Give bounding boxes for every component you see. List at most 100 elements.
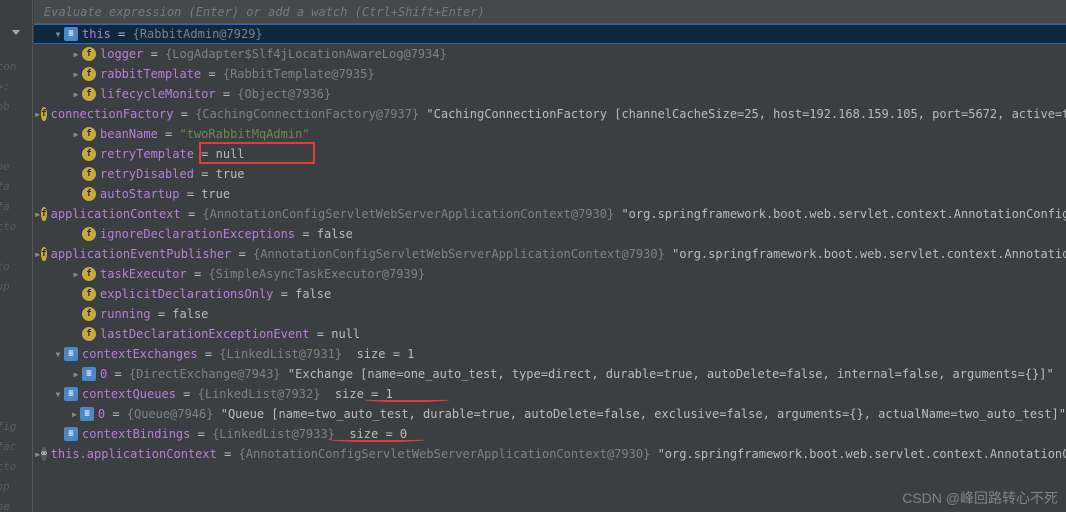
tree-row[interactable]: ▸≡contextBindings = {LinkedList@7933} si… (34, 424, 1066, 444)
object-icon: ≡ (64, 427, 78, 441)
chevron-right-icon[interactable]: ▸ (70, 64, 82, 84)
tree-row[interactable]: ▸≡ 0 = {Queue@7946} "Queue [name=two_auto… (34, 404, 1066, 424)
debug-panel: Evaluate expression (Enter) or add a wat… (34, 0, 1066, 512)
field-icon: f (82, 127, 96, 141)
gutter-text: ork.be (0, 160, 10, 173)
tree-row[interactable]: ▸fretryDisabled = true (34, 164, 1066, 184)
field-icon: f (41, 207, 46, 221)
tree-row-label: explicitDeclarationsOnly = false (100, 284, 331, 304)
field-icon: f (41, 107, 46, 121)
gutter-text: y.supp (0, 480, 10, 493)
tree-row[interactable]: ▸f beanName = "twoRabbitMqAdmin" (34, 124, 1066, 144)
field-icon: f (82, 47, 96, 61)
tree-row[interactable]: ▾≡ contextQueues = {LinkedList@7932} size… (34, 384, 1066, 404)
gutter-text: s.facto (0, 220, 16, 233)
tree-row-label: this.applicationContext = {AnnotationCon… (51, 444, 1066, 464)
tree-row-label: lastDeclarationExceptionEvent = null (100, 324, 360, 344)
gutter-text: ans.fac (0, 440, 16, 453)
field-icon: f (82, 167, 96, 181)
gutter-text: ans.fa (0, 200, 10, 213)
chevron-down-icon[interactable] (12, 30, 20, 35)
field-icon: f (82, 307, 96, 321)
gutter-text: s.facto (0, 460, 16, 473)
tree-row[interactable]: ▸∞ this.applicationContext = {AnnotationC… (34, 444, 1066, 464)
chevron-down-icon[interactable]: ▾ (52, 25, 64, 43)
tree-row-label: retryDisabled = true (100, 164, 245, 184)
gutter-text: bit.con (0, 60, 16, 73)
object-icon: ≡ (64, 387, 78, 401)
field-icon: f (82, 147, 96, 161)
tree-row-label: autoStartup = true (100, 184, 230, 204)
gutter-text: ans.fa (0, 180, 10, 193)
object-icon: ≡ (80, 407, 94, 421)
tree-row-label: taskExecutor = {SimpleAsyncTaskExecutor@… (100, 264, 425, 284)
tree-row-label: retryTemplate = null (100, 144, 245, 164)
gutter-text: ry.sup (0, 280, 10, 293)
tree-row-label: applicationContext = {AnnotationConfigSe… (51, 204, 1066, 224)
object-icon: ≡ (64, 27, 78, 41)
tree-row[interactable]: ▸fexplicitDeclarationsOnly = false (34, 284, 1066, 304)
tree-row-label: connectionFactory = {CachingConnectionFa… (51, 104, 1066, 124)
tree-row[interactable]: ▸f rabbitTemplate = {RabbitTemplate@7935} (34, 64, 1066, 84)
tree-row-label: beanName = "twoRabbitMqAdmin" (100, 124, 310, 144)
object-icon: ≡ (64, 347, 78, 361)
tree-row-label: this = {RabbitAdmin@7929} (82, 25, 263, 43)
field-icon: f (41, 247, 46, 261)
chevron-right-icon[interactable]: ▸ (70, 84, 82, 104)
tree-row-label: contextExchanges = {LinkedList@7931} siz… (82, 344, 414, 364)
watermark: CSDN @峰回路转心不死 (902, 488, 1058, 508)
tree-row[interactable]: ▸f logger = {LogAdapter$Slf4jLocationAwar… (34, 44, 1066, 64)
gutter-text: nbda>: (0, 80, 10, 93)
tree-row[interactable]: ▸f lifecycleMonitor = {Object@7936} (34, 84, 1066, 104)
gutter-text: nFacto (0, 260, 10, 273)
field-icon: f (82, 187, 96, 201)
tree-row-label: rabbitTemplate = {RabbitTemplate@7935} (100, 64, 375, 84)
chevron-right-icon[interactable]: ▸ (70, 364, 82, 384)
tree-row[interactable]: ▾≡ contextExchanges = {LinkedList@7931} s… (34, 344, 1066, 364)
tree-row[interactable]: ▸fignoreDeclarationExceptions = false (34, 224, 1066, 244)
tree-row[interactable]: ▸f applicationEventPublisher = {Annotatio… (34, 244, 1066, 264)
chevron-right-icon[interactable]: ▸ (34, 204, 41, 224)
chevron-right-icon[interactable]: ▸ (70, 44, 82, 64)
tree-row-label: 0 = {Queue@7946} "Queue [name=two_auto_t… (98, 404, 1066, 424)
gutter: bit.con nbda>: o.rabb ork.be ans.fa ans.… (0, 0, 33, 512)
tree-row-label: applicationEventPublisher = {AnnotationC… (51, 244, 1066, 264)
variables-tree[interactable]: ▾≡this = {RabbitAdmin@7929}▸flogger = {L… (34, 24, 1066, 512)
tree-row-label: ignoreDeclarationExceptions = false (100, 224, 353, 244)
field-icon: f (82, 287, 96, 301)
field-icon: f (82, 327, 96, 341)
tree-row[interactable]: ▸f applicationContext = {AnnotationConfig… (34, 204, 1066, 224)
tree-row[interactable]: ▸f connectionFactory = {CachingConnection… (34, 104, 1066, 124)
field-icon: f (82, 227, 96, 241)
gutter-text: .config (0, 420, 16, 433)
tree-row[interactable]: ▸f taskExecutor = {SimpleAsyncTaskExecuto… (34, 264, 1066, 284)
chevron-right-icon[interactable]: ▸ (34, 444, 41, 464)
field-icon: f (82, 67, 96, 81)
tree-row[interactable]: ▸flastDeclarationExceptionEvent = null (34, 324, 1066, 344)
field-icon: f (82, 87, 96, 101)
chevron-right-icon[interactable]: ▸ (69, 404, 81, 424)
gutter-text: o.rabb (0, 100, 10, 113)
tree-row[interactable]: ▸fautoStartup = true (34, 184, 1066, 204)
chevron-right-icon[interactable]: ▸ (34, 104, 41, 124)
tree-row[interactable]: ▾≡ this = {RabbitAdmin@7929} (34, 24, 1066, 44)
tree-row-label: contextBindings = {LinkedList@7933} size… (82, 424, 407, 444)
chevron-right-icon[interactable]: ▸ (70, 264, 82, 284)
tree-row-label: contextQueues = {LinkedList@7932} size =… (82, 384, 393, 404)
gutter-text: ork.be (0, 500, 10, 512)
tree-row-label: lifecycleMonitor = {Object@7936} (100, 84, 331, 104)
object-icon: ≡ (82, 367, 96, 381)
tree-row[interactable]: ▸frunning = false (34, 304, 1066, 324)
chevron-right-icon[interactable]: ▸ (70, 124, 82, 144)
chevron-down-icon[interactable]: ▾ (52, 344, 64, 364)
tree-row[interactable]: ▸≡ 0 = {DirectExchange@7943} "Exchange [n… (34, 364, 1066, 384)
link-icon: ∞ (41, 447, 46, 461)
tree-row-label: 0 = {DirectExchange@7943} "Exchange [nam… (100, 364, 1054, 384)
tree-row[interactable]: ▸fretryTemplate = null (34, 144, 1066, 164)
evaluate-expression-input[interactable]: Evaluate expression (Enter) or add a wat… (34, 0, 1066, 24)
tree-row-label: logger = {LogAdapter$Slf4jLocationAwareL… (100, 44, 447, 64)
tree-row-label: running = false (100, 304, 208, 324)
chevron-down-icon[interactable]: ▾ (52, 384, 64, 404)
field-icon: f (82, 267, 96, 281)
chevron-right-icon[interactable]: ▸ (34, 244, 41, 264)
